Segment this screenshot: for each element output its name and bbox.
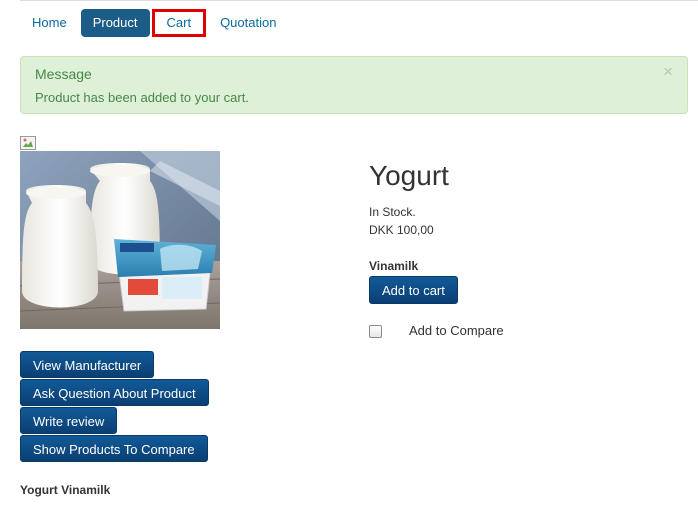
view-manufacturer-button[interactable]: View Manufacturer xyxy=(20,351,155,378)
nav-cart[interactable]: Cart xyxy=(151,9,207,37)
message-text: Product has been added to your cart. xyxy=(35,90,249,105)
nav-quotation[interactable]: Quotation xyxy=(208,9,288,37)
product-title: Yogurt xyxy=(369,160,449,191)
message-title: Message xyxy=(35,66,92,82)
success-message: Message Product has been added to your c… xyxy=(20,56,688,114)
compare-checkbox[interactable] xyxy=(369,325,382,338)
write-review-button[interactable]: Write review xyxy=(20,407,118,434)
main-nav: Home Product Cart Quotation xyxy=(20,9,290,37)
image-caption: Yogurt Vinamilk xyxy=(20,483,111,497)
add-to-cart-button[interactable]: Add to cart xyxy=(369,276,458,304)
nav-home[interactable]: Home xyxy=(20,9,79,37)
product-price: DKK 100,00 xyxy=(369,223,434,237)
top-divider xyxy=(20,0,698,1)
product-image[interactable] xyxy=(20,151,220,329)
compare-label: Add to Compare xyxy=(409,323,504,338)
ask-question-button[interactable]: Ask Question About Product xyxy=(20,379,209,406)
manufacturer-name: Vinamilk xyxy=(369,259,419,273)
stock-status: In Stock. xyxy=(369,205,416,219)
broken-image-icon xyxy=(20,136,36,150)
nav-product[interactable]: Product xyxy=(80,9,150,37)
close-icon[interactable]: × xyxy=(663,63,673,80)
show-compare-button[interactable]: Show Products To Compare xyxy=(20,435,208,462)
